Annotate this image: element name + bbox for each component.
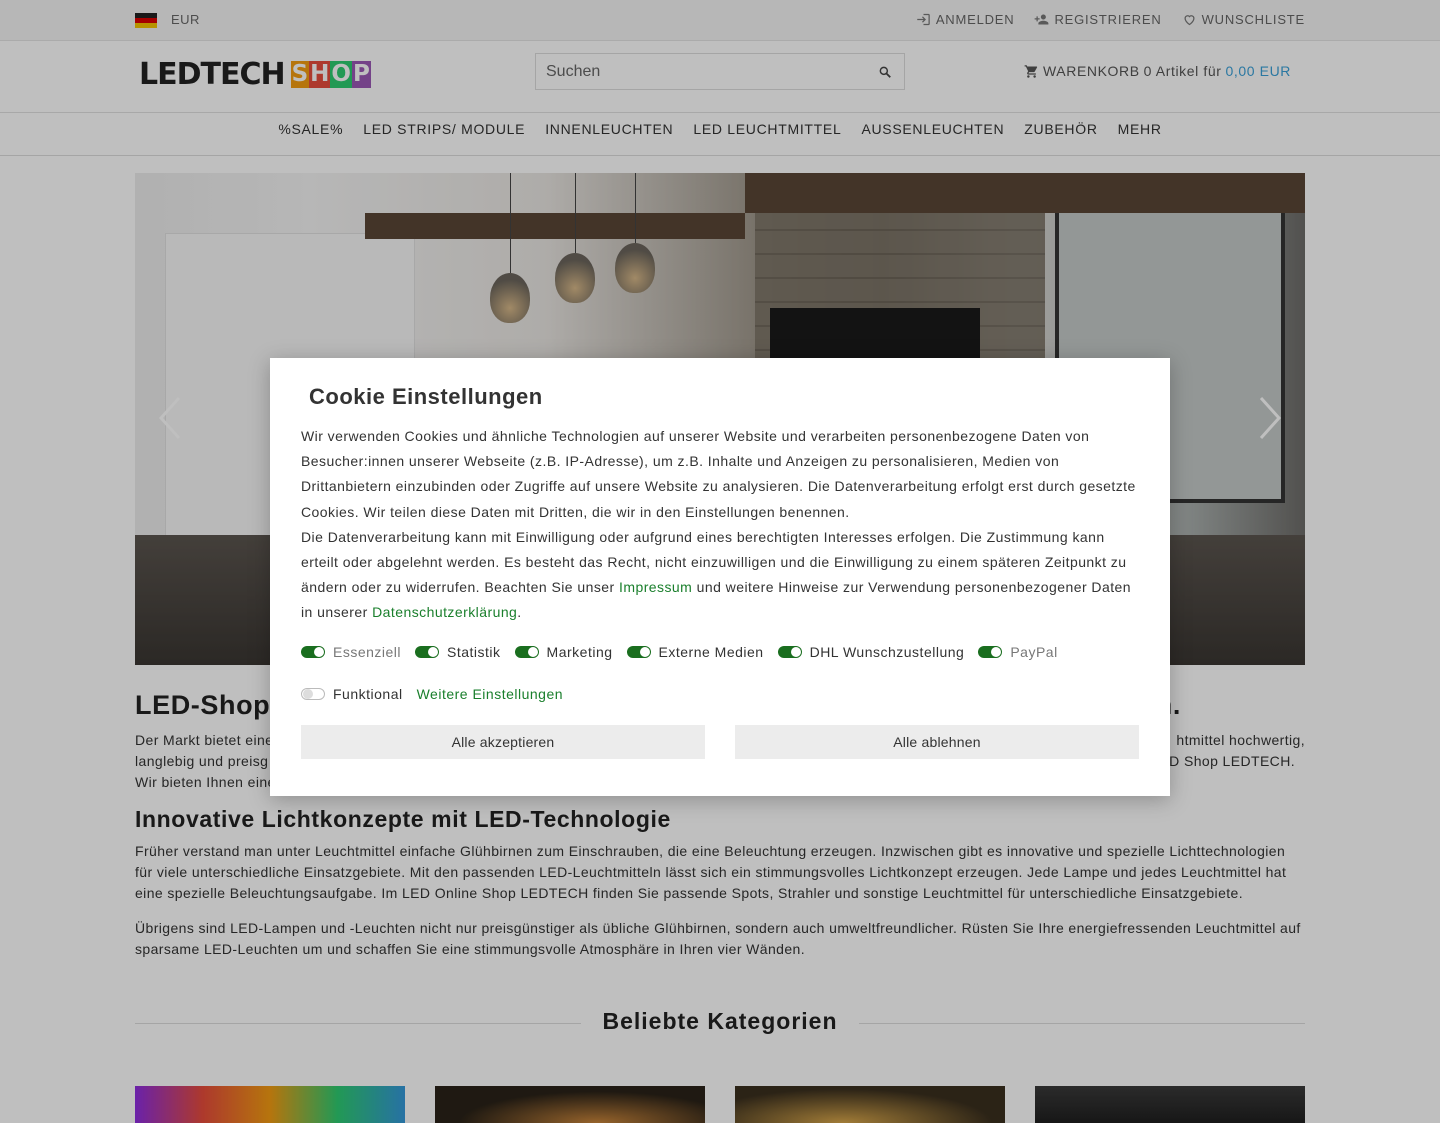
popular-categories-heading: Beliebte Kategorien xyxy=(135,1008,1305,1038)
cookie-dialog-text: Wir verwenden Cookies und ähnliche Techn… xyxy=(301,424,1139,626)
category-tile[interactable] xyxy=(1035,1086,1305,1123)
toggle-dhl-wunschzustellung[interactable]: DHL Wunschzustellung xyxy=(777,639,965,665)
toggle-label: Externe Medien xyxy=(658,643,764,660)
cart-label: WARENKORB xyxy=(1043,63,1140,79)
nav-item-mehr[interactable]: MEHR xyxy=(1118,121,1162,155)
slider-next-icon[interactable] xyxy=(1255,393,1285,443)
cookie-text-end: . xyxy=(517,604,522,621)
nav-item-led-strips[interactable]: LED STRIPS/ MODULE xyxy=(363,121,525,155)
cookie-title-text: Cookie Einstellungen xyxy=(309,384,543,409)
nav-item-sale[interactable]: %SALE% xyxy=(278,121,343,155)
cart-count: 0 Artikel für xyxy=(1143,63,1222,79)
toggle-switch[interactable] xyxy=(978,645,1003,658)
slider-prev-icon[interactable] xyxy=(155,393,185,443)
impressum-link[interactable]: Impressum xyxy=(619,579,692,595)
cookie-dialog-actions: Alle akzeptieren Alle ablehnen xyxy=(301,725,1139,759)
toggle-label: Funktional xyxy=(333,685,403,702)
cart-icon xyxy=(1024,64,1038,78)
intro-text: htmittel hochwertig, xyxy=(1176,732,1305,748)
header: LEDTECH S H O P WARENKORB 0 Artikel für … xyxy=(0,41,1440,113)
cart-price: 0,00 EUR xyxy=(1225,63,1291,79)
hero-beam-shape xyxy=(745,173,1305,213)
german-flag-icon[interactable] xyxy=(135,13,157,28)
hero-lamp-shape xyxy=(555,253,595,303)
toggle-switch[interactable] xyxy=(777,645,802,658)
toggle-switch[interactable] xyxy=(415,645,440,658)
register-link[interactable]: REGISTRIEREN xyxy=(1034,12,1161,27)
person-add-icon xyxy=(1035,14,1049,25)
currency-selector[interactable]: EUR xyxy=(171,12,200,27)
top-bar: EUR ANMELDEN REGISTRIEREN WUNSCHLISTE xyxy=(0,0,1440,41)
cookie-text-paragraph: Wir verwenden Cookies und ähnliche Techn… xyxy=(301,428,1136,520)
toggle-label: Marketing xyxy=(546,643,613,660)
toggle-funktional[interactable]: Funktional xyxy=(301,681,403,707)
accept-all-button[interactable]: Alle akzeptieren xyxy=(301,725,705,759)
section-paragraph: Früher verstand man unter Leuchtmittel e… xyxy=(135,843,1287,901)
main-navigation: %SALE% LED STRIPS/ MODULE INNENLEUCHTEN … xyxy=(0,113,1440,156)
register-label: REGISTRIEREN xyxy=(1054,12,1162,27)
reject-all-button[interactable]: Alle ablehnen xyxy=(735,725,1139,759)
heart-icon xyxy=(1184,15,1195,26)
logo-shop-letter: P xyxy=(351,61,371,88)
login-label: ANMELDEN xyxy=(935,12,1015,27)
hero-beam-shape xyxy=(365,213,745,239)
search-box xyxy=(535,53,905,90)
category-tile[interactable] xyxy=(135,1086,405,1123)
hero-lamp-wire xyxy=(575,173,576,253)
logo-shop-letter: H xyxy=(309,61,331,88)
logo-main-text: LEDTECH xyxy=(139,57,286,92)
search-input[interactable] xyxy=(536,54,856,89)
category-tile[interactable] xyxy=(735,1086,1005,1123)
toggle-marketing[interactable]: Marketing xyxy=(514,639,613,665)
page-title: LED-Shop xyxy=(135,690,271,720)
intro-text: langlebig und preisg xyxy=(135,753,269,769)
nav-item-innenleuchten[interactable]: INNENLEUCHTEN xyxy=(545,121,673,155)
cookie-consent-dialog: Cookie Einstellungen Wir verwenden Cooki… xyxy=(270,358,1170,796)
cookie-dialog-title: Cookie Einstellungen xyxy=(301,384,1139,410)
popular-categories-title: Beliebte Kategorien xyxy=(602,1008,838,1034)
toggle-switch[interactable] xyxy=(514,645,539,658)
toggle-paypal[interactable]: PayPal xyxy=(978,639,1057,665)
logo-shop-text: S H O P xyxy=(290,61,371,88)
toggle-label: Statistik xyxy=(447,643,501,660)
search-icon[interactable] xyxy=(878,65,892,79)
cart-summary[interactable]: WARENKORB 0 Artikel für 0,00 EUR xyxy=(1024,63,1291,79)
nav-item-led-leuchtmittel[interactable]: LED LEUCHTMITTEL xyxy=(693,121,841,155)
hero-lamp-wire xyxy=(510,173,511,273)
toggle-label: DHL Wunschzustellung xyxy=(809,643,965,660)
more-settings-link[interactable]: Weitere Einstellungen xyxy=(417,681,563,707)
intro-text: ED Shop LEDTECH. xyxy=(1159,753,1295,769)
category-tile[interactable] xyxy=(435,1086,705,1123)
privacy-policy-link[interactable]: Datenschutzerklärung xyxy=(372,604,517,620)
intro-text: Wir bieten Ihnen eine xyxy=(135,774,276,790)
nav-item-zubehoer[interactable]: ZUBEHÖR xyxy=(1024,121,1097,155)
hero-lamp-shape xyxy=(490,273,530,323)
login-link[interactable]: ANMELDEN xyxy=(916,12,1015,27)
cookie-category-toggles: Essenziell Statistik Marketing Externe M… xyxy=(301,639,1141,707)
toggle-label: PayPal xyxy=(1010,643,1058,660)
login-icon xyxy=(917,13,930,26)
intro-text: Der Markt bietet eine xyxy=(135,732,274,748)
hero-lamp-shape xyxy=(615,243,655,293)
nav-item-aussenleuchten[interactable]: AUSSENLEUCHTEN xyxy=(861,121,1004,155)
logo-shop-letter: O xyxy=(330,61,352,88)
section-paragraph: Übrigens sind LED-Lampen und -Leuchten n… xyxy=(135,920,1301,957)
hero-lamp-wire xyxy=(635,173,636,243)
logo-shop-letter: S xyxy=(290,61,310,88)
toggle-switch[interactable] xyxy=(626,645,651,658)
toggle-label: Essenziell xyxy=(333,643,402,660)
shop-logo[interactable]: LEDTECH S H O P xyxy=(139,57,371,92)
wishlist-link[interactable]: WUNSCHLISTE xyxy=(1182,12,1305,27)
toggle-switch[interactable] xyxy=(301,687,325,700)
toggle-essenziell[interactable]: Essenziell xyxy=(301,639,401,665)
section-heading: Innovative Lichtkonzepte mit LED-Technol… xyxy=(135,806,671,832)
toggle-switch[interactable] xyxy=(301,645,325,658)
toggle-statistik[interactable]: Statistik xyxy=(415,639,501,665)
category-grid xyxy=(135,1086,1305,1123)
wishlist-label: WUNSCHLISTE xyxy=(1201,12,1305,27)
toggle-externe-medien[interactable]: Externe Medien xyxy=(626,639,764,665)
